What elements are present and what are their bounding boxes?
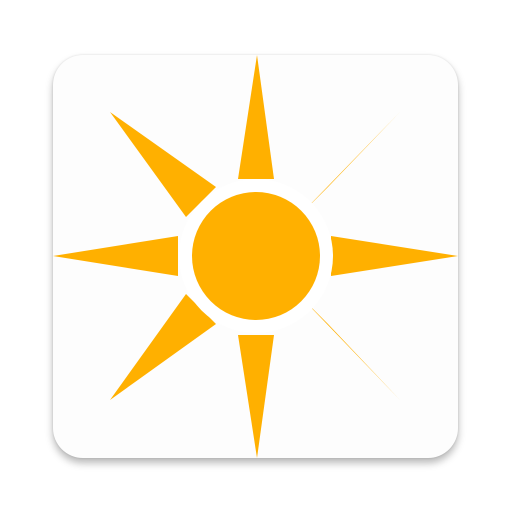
app-icon-tile[interactable]: [53, 55, 458, 458]
app-icon-canvas: [0, 0, 512, 512]
sun-ray-bottom-left: [110, 294, 216, 400]
sun-ray-bottom-right: [298, 294, 400, 400]
sun-ray-bottom: [238, 335, 274, 458]
sun-ray-top-left: [110, 112, 216, 217]
sun-core: [192, 192, 320, 320]
sun-ray-top-right: [298, 112, 400, 217]
sun-ray-left: [53, 236, 178, 276]
sun-ray-right: [331, 236, 458, 276]
sun-icon: [53, 55, 458, 458]
sun-ray-top: [238, 55, 274, 179]
